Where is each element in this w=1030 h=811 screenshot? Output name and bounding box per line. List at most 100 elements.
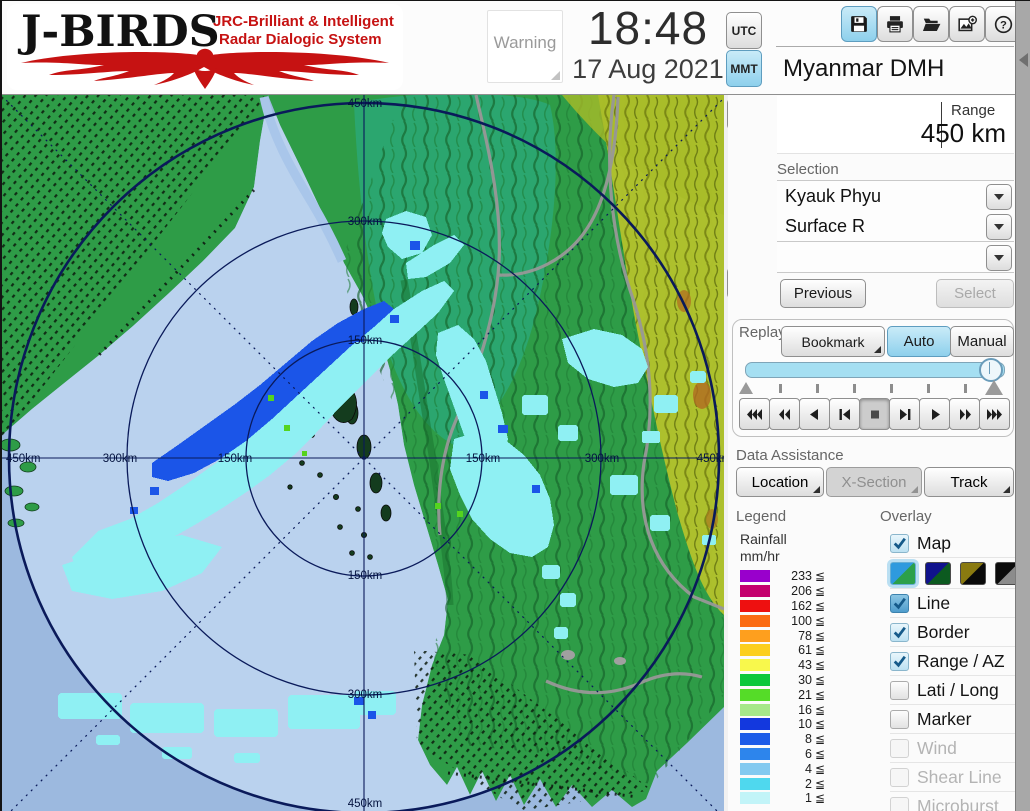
legend-row: 1 ≦ — [740, 791, 850, 806]
dropdown-arrow-button[interactable] — [986, 214, 1012, 240]
checkbox-wind — [890, 738, 909, 758]
map-style-blue-green[interactable] — [890, 561, 916, 585]
checkbox-marker[interactable] — [890, 709, 909, 729]
range-label: Range — [951, 102, 996, 119]
warning-label: Warning — [493, 33, 557, 52]
collapse-panel-icon[interactable] — [1019, 53, 1028, 67]
legend-swatch — [740, 570, 770, 583]
panel-edge-strip — [1015, 1, 1030, 811]
jbirds-logo: J-BIRDS JRC-Brilliant & Intelligent Rada… — [7, 4, 403, 90]
selection-dropdown-product[interactable]: Surface R — [777, 211, 1014, 242]
play-button[interactable] — [919, 398, 950, 430]
checkbox-line[interactable] — [890, 593, 909, 613]
overlay-item-range-az[interactable]: Range / AZ — [890, 647, 1016, 676]
legend-swatch — [740, 718, 770, 731]
dropdown-arrow-button[interactable] — [986, 184, 1012, 210]
checkbox-range-az[interactable] — [890, 651, 909, 671]
replay-label: Replay — [739, 324, 786, 341]
open-file-button[interactable] — [913, 6, 949, 42]
ring-label: 300km — [585, 453, 620, 465]
play-reverse-button[interactable] — [799, 398, 830, 430]
overlay-item-line[interactable]: Line — [890, 589, 1016, 618]
fast-rewind-triple-button[interactable] — [739, 398, 770, 430]
step-forward-icon — [899, 408, 910, 420]
replay-timeline-handle[interactable] — [979, 358, 1003, 382]
auto-button[interactable]: Auto — [887, 326, 951, 357]
overlay-item-marker[interactable]: Marker — [890, 705, 1016, 734]
step-forward-button[interactable] — [889, 398, 920, 430]
selection-dropdown-extra[interactable] — [777, 242, 1014, 273]
overlay-item-map[interactable]: Map — [890, 529, 1016, 558]
mmt-button[interactable]: MMT — [726, 50, 762, 87]
selection-dropdown-site[interactable]: Kyauk Phyu — [777, 180, 1014, 212]
legend-operator: ≦ — [815, 761, 826, 776]
legend-row: 10 ≦ — [740, 717, 850, 732]
legend-row: 100 ≦ — [740, 613, 850, 628]
overlay-item-shear-line: Shear Line — [890, 763, 1016, 792]
legend-swatch — [740, 747, 770, 760]
map-style-navy-darkgreen[interactable] — [925, 561, 951, 585]
timeline-tick — [853, 384, 856, 393]
overlay-item-label: Line — [917, 592, 951, 613]
legend-operator: ≦ — [815, 658, 826, 673]
legend-swatch — [740, 688, 770, 701]
dropdown-arrow-button[interactable] — [986, 245, 1012, 271]
overlay-item-label: Microburst — [917, 795, 999, 811]
menu-corner-icon — [911, 486, 918, 493]
manual-button[interactable]: Manual — [950, 326, 1014, 357]
checkbox-map[interactable] — [890, 533, 909, 553]
range-panel: Range 450 km — [777, 96, 1014, 154]
checkbox-lati-long[interactable] — [890, 680, 909, 700]
fast-forward-button[interactable] — [949, 398, 980, 430]
location-button[interactable]: Location — [736, 467, 824, 497]
legend-value: 6 — [805, 746, 812, 761]
legend-row: 16 ≦ — [740, 702, 850, 717]
radar-map[interactable]: 450km 300km 150km 150km 300km 450km 450km 300km… — [2, 93, 731, 811]
utc-button[interactable]: UTC — [726, 12, 762, 49]
menu-corner-icon — [874, 346, 881, 353]
x-section-button[interactable]: X-Section — [826, 467, 922, 497]
select-button[interactable]: Select — [936, 279, 1014, 308]
chevron-down-icon — [994, 255, 1004, 261]
selection-label: Selection — [777, 161, 839, 178]
bookmark-button[interactable]: Bookmark — [781, 326, 885, 357]
play-reverse-icon — [809, 408, 818, 420]
header-divider — [776, 46, 1014, 47]
previous-button[interactable]: Previous — [780, 279, 866, 308]
fast-forward-icon — [959, 408, 971, 420]
legend-operator: ≦ — [815, 791, 826, 806]
fast-forward-triple-icon — [986, 408, 1002, 420]
legend-operator: ≦ — [815, 746, 826, 761]
map-style-olive-black[interactable] — [960, 561, 986, 585]
legend-swatch — [740, 659, 770, 672]
overlay-item-lati-long[interactable]: Lati / Long — [890, 676, 1016, 705]
legend-swatch — [740, 777, 770, 790]
svg-text:?: ? — [1000, 19, 1007, 31]
overlay-label: Overlay — [880, 508, 932, 525]
legend-value: 78 — [798, 628, 812, 643]
timeline-start-marker[interactable] — [739, 382, 753, 394]
legend-value: 61 — [798, 643, 812, 658]
legend-value: 21 — [798, 687, 812, 702]
replay-timeline-track[interactable] — [745, 362, 1005, 378]
overlay-item-label: Border — [917, 621, 970, 642]
fast-rewind-button[interactable] — [769, 398, 800, 430]
checkbox-border[interactable] — [890, 622, 909, 642]
timeline-end-marker[interactable] — [985, 380, 1003, 395]
legend-operator: ≦ — [815, 569, 826, 584]
image-add-icon — [957, 15, 977, 31]
save-button[interactable] — [841, 6, 877, 42]
fast-forward-triple-button[interactable] — [979, 398, 1010, 430]
radar-map-area[interactable]: 450km 300km 150km 150km 300km 450km 450km 300km… — [2, 93, 731, 811]
legend-value: 10 — [798, 717, 812, 732]
capture-button[interactable] — [949, 6, 985, 42]
play-icon — [931, 408, 940, 420]
track-button[interactable]: Track — [924, 467, 1014, 497]
legend-swatch — [740, 629, 770, 642]
print-button[interactable] — [877, 6, 913, 42]
overlay-item-label: Lati / Long — [917, 679, 999, 700]
overlay-item-border[interactable]: Border — [890, 618, 1016, 647]
step-back-button[interactable] — [829, 398, 860, 430]
legend-value: 233 — [791, 569, 812, 584]
stop-button[interactable] — [859, 398, 890, 430]
